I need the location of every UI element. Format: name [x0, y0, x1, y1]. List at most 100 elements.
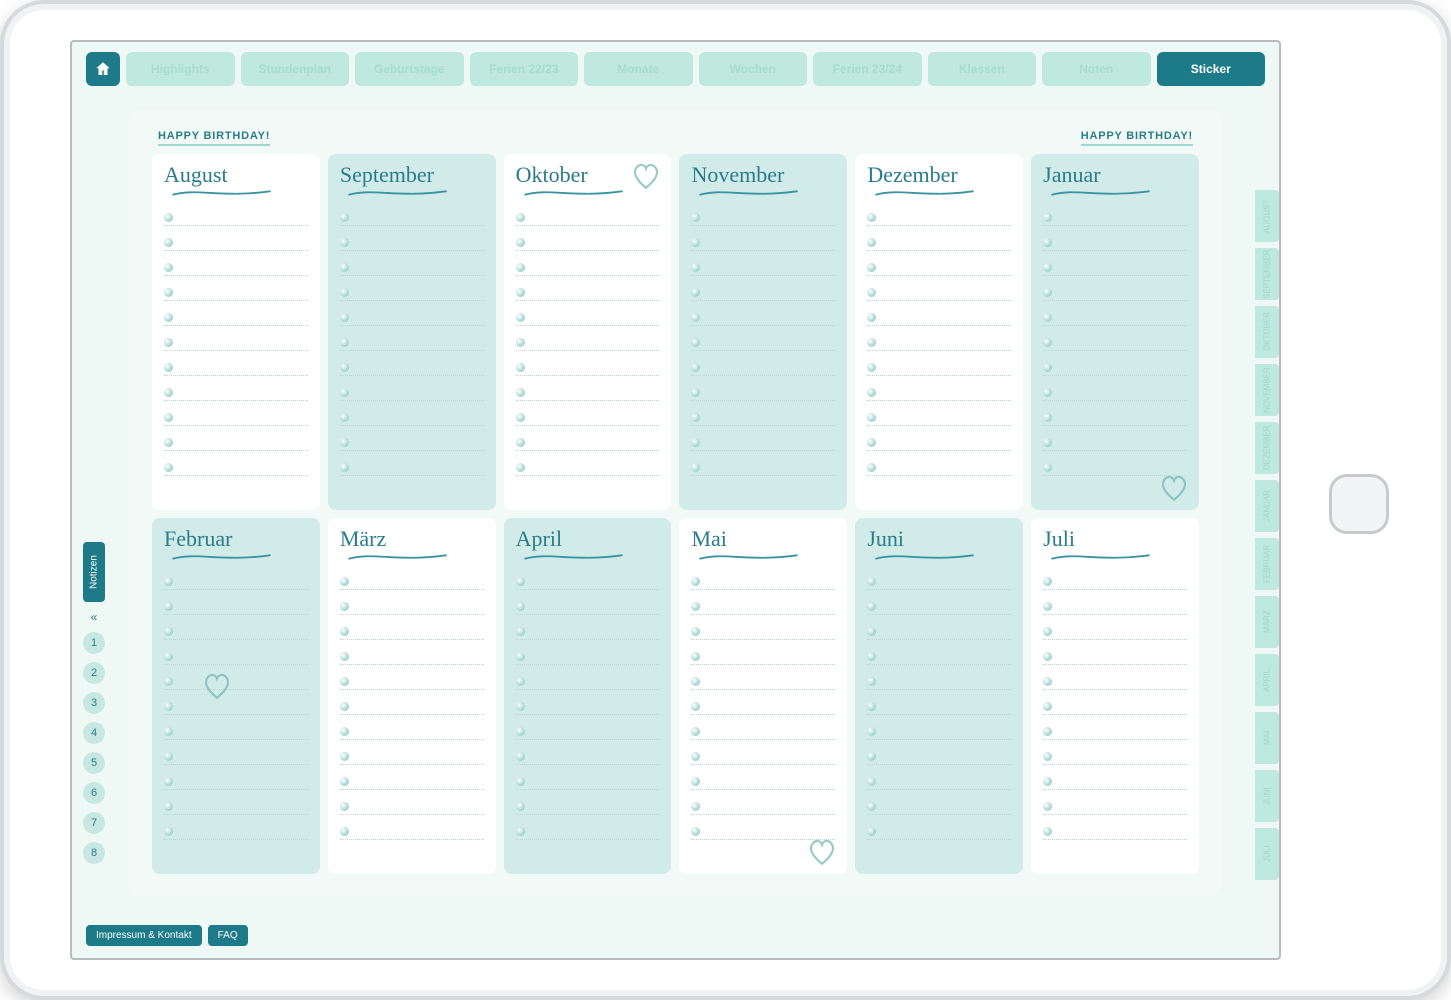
- entry-line[interactable]: [516, 648, 660, 665]
- entry-line[interactable]: [164, 773, 308, 790]
- entry-line[interactable]: [340, 698, 484, 715]
- entry-line[interactable]: [340, 459, 484, 476]
- tab-highlights[interactable]: Highlights: [126, 52, 235, 86]
- entry-line[interactable]: [340, 259, 484, 276]
- entry-line[interactable]: [867, 234, 1011, 251]
- entry-line[interactable]: [1043, 409, 1187, 426]
- month-card-juli[interactable]: Juli: [1031, 518, 1199, 874]
- entry-line[interactable]: [691, 409, 835, 426]
- tablet-home-button[interactable]: [1329, 474, 1389, 534]
- entry-line[interactable]: [691, 434, 835, 451]
- entry-line[interactable]: [340, 748, 484, 765]
- entry-line[interactable]: [867, 209, 1011, 226]
- entry-line[interactable]: [164, 409, 308, 426]
- entry-line[interactable]: [1043, 209, 1187, 226]
- entry-line[interactable]: [691, 384, 835, 401]
- month-tab-januar[interactable]: JANUAR: [1255, 480, 1279, 532]
- entry-line[interactable]: [340, 623, 484, 640]
- entry-line[interactable]: [867, 434, 1011, 451]
- month-card-juni[interactable]: Juni: [855, 518, 1023, 874]
- notes-page-2[interactable]: 2: [83, 662, 105, 684]
- entry-line[interactable]: [164, 384, 308, 401]
- month-tab-august[interactable]: AUGUST: [1255, 190, 1279, 242]
- tab-ferien-22-23[interactable]: Ferien 22/23: [470, 52, 579, 86]
- entry-line[interactable]: [164, 698, 308, 715]
- entry-line[interactable]: [867, 798, 1011, 815]
- notes-page-6[interactable]: 6: [83, 782, 105, 804]
- entry-line[interactable]: [164, 359, 308, 376]
- entry-line[interactable]: [691, 309, 835, 326]
- entry-line[interactable]: [340, 434, 484, 451]
- entry-line[interactable]: [1043, 723, 1187, 740]
- entry-line[interactable]: [516, 284, 660, 301]
- entry-line[interactable]: [164, 573, 308, 590]
- entry-line[interactable]: [691, 673, 835, 690]
- tab-sticker[interactable]: Sticker: [1157, 52, 1266, 86]
- entry-line[interactable]: [164, 284, 308, 301]
- month-card-september[interactable]: September: [328, 154, 496, 510]
- entry-line[interactable]: [516, 748, 660, 765]
- entry-line[interactable]: [340, 409, 484, 426]
- entry-line[interactable]: [691, 234, 835, 251]
- entry-line[interactable]: [164, 598, 308, 615]
- entry-line[interactable]: [516, 573, 660, 590]
- month-tab-dezember[interactable]: DEZEMBER: [1255, 422, 1279, 474]
- entry-line[interactable]: [516, 798, 660, 815]
- entry-line[interactable]: [340, 234, 484, 251]
- entry-line[interactable]: [516, 334, 660, 351]
- entry-line[interactable]: [1043, 359, 1187, 376]
- entry-line[interactable]: [691, 748, 835, 765]
- entry-line[interactable]: [867, 698, 1011, 715]
- entry-line[interactable]: [164, 334, 308, 351]
- entry-line[interactable]: [1043, 823, 1187, 840]
- entry-line[interactable]: [516, 773, 660, 790]
- entry-line[interactable]: [340, 823, 484, 840]
- entry-line[interactable]: [340, 798, 484, 815]
- entry-line[interactable]: [516, 209, 660, 226]
- entry-line[interactable]: [691, 359, 835, 376]
- month-tab-mai[interactable]: MAI: [1255, 712, 1279, 764]
- month-card-mai[interactable]: Mai: [679, 518, 847, 874]
- entry-line[interactable]: [691, 723, 835, 740]
- tab-monate[interactable]: Monate: [584, 52, 693, 86]
- entry-line[interactable]: [340, 309, 484, 326]
- entry-line[interactable]: [691, 773, 835, 790]
- entry-line[interactable]: [1043, 284, 1187, 301]
- entry-line[interactable]: [164, 748, 308, 765]
- entry-line[interactable]: [516, 459, 660, 476]
- month-card-oktober[interactable]: Oktober: [504, 154, 672, 510]
- entry-line[interactable]: [340, 598, 484, 615]
- entry-line[interactable]: [516, 234, 660, 251]
- entry-line[interactable]: [691, 334, 835, 351]
- notes-tab[interactable]: Notizen: [83, 542, 105, 602]
- entry-line[interactable]: [691, 459, 835, 476]
- entry-line[interactable]: [867, 259, 1011, 276]
- entry-line[interactable]: [867, 573, 1011, 590]
- entry-line[interactable]: [867, 409, 1011, 426]
- entry-line[interactable]: [867, 459, 1011, 476]
- notes-page-7[interactable]: 7: [83, 812, 105, 834]
- entry-line[interactable]: [340, 573, 484, 590]
- entry-line[interactable]: [691, 209, 835, 226]
- tab-noten[interactable]: Noten: [1042, 52, 1151, 86]
- entry-line[interactable]: [691, 573, 835, 590]
- entry-line[interactable]: [867, 673, 1011, 690]
- month-card-februar[interactable]: Februar: [152, 518, 320, 874]
- entry-line[interactable]: [691, 698, 835, 715]
- entry-line[interactable]: [516, 598, 660, 615]
- entry-line[interactable]: [516, 723, 660, 740]
- entry-line[interactable]: [867, 723, 1011, 740]
- home-button[interactable]: [86, 52, 120, 86]
- entry-line[interactable]: [164, 798, 308, 815]
- entry-line[interactable]: [164, 623, 308, 640]
- entry-line[interactable]: [516, 434, 660, 451]
- entry-line[interactable]: [516, 823, 660, 840]
- entry-line[interactable]: [867, 623, 1011, 640]
- entry-line[interactable]: [1043, 573, 1187, 590]
- entry-line[interactable]: [516, 259, 660, 276]
- entry-line[interactable]: [867, 773, 1011, 790]
- entry-line[interactable]: [691, 284, 835, 301]
- entry-line[interactable]: [1043, 698, 1187, 715]
- entry-line[interactable]: [516, 409, 660, 426]
- month-tab-november[interactable]: NOVEMBER: [1255, 364, 1279, 416]
